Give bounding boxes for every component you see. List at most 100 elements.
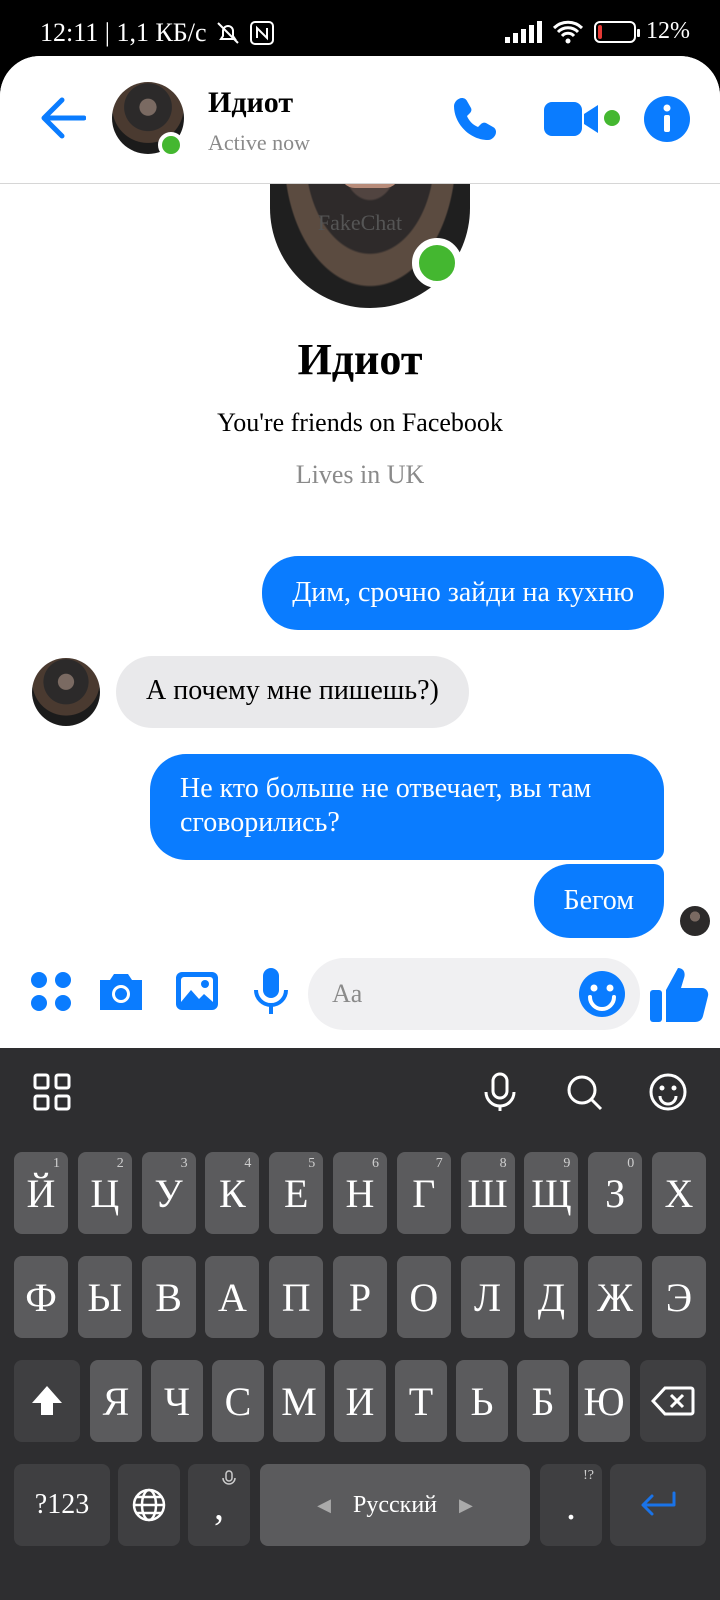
- message-outgoing[interactable]: Дим, срочно зайди на кухню: [262, 556, 664, 630]
- key-label: Т: [408, 1378, 434, 1424]
- phone-icon[interactable]: [452, 94, 500, 142]
- key-label: П: [281, 1274, 311, 1320]
- letter-key[interactable]: Д: [524, 1256, 579, 1338]
- symbols-key[interactable]: ?123: [14, 1464, 110, 1546]
- incoming-avatar[interactable]: [32, 658, 100, 726]
- message-outgoing[interactable]: Не кто больше не отвечает, вы там сговор…: [150, 754, 664, 860]
- video-call-icon[interactable]: [544, 100, 600, 138]
- letter-key[interactable]: П: [269, 1256, 324, 1338]
- letter-key[interactable]: Э: [652, 1256, 706, 1338]
- header-contact-name[interactable]: Идиот: [208, 86, 293, 120]
- key-label: У: [154, 1170, 183, 1216]
- letter-key[interactable]: З0: [588, 1152, 643, 1234]
- emoji-icon[interactable]: [578, 970, 626, 1018]
- online-indicator: [158, 132, 184, 158]
- gallery-icon[interactable]: [172, 966, 222, 1016]
- period-label: .: [566, 1482, 576, 1528]
- letter-key[interactable]: Й1: [14, 1152, 68, 1234]
- key-label: С: [224, 1378, 252, 1424]
- key-label: Ю: [583, 1378, 625, 1424]
- letter-key[interactable]: Х: [652, 1152, 706, 1234]
- apps-grid-icon[interactable]: [32, 1072, 72, 1112]
- period-hint: !?: [583, 1468, 594, 1483]
- key-label: З: [605, 1170, 626, 1216]
- key-label: Ь: [470, 1378, 494, 1424]
- key-label: Ф: [25, 1274, 57, 1320]
- letter-key[interactable]: И: [334, 1360, 386, 1442]
- letter-key[interactable]: Г7: [396, 1152, 451, 1234]
- key-label: Б: [531, 1378, 555, 1424]
- message-input-field[interactable]: [308, 958, 640, 1030]
- menu-dots-icon[interactable]: [26, 966, 76, 1016]
- comma-label: ,: [214, 1482, 224, 1528]
- chat-header: Идиот Active now: [0, 56, 720, 184]
- search-icon[interactable]: [564, 1072, 604, 1112]
- letter-key[interactable]: Ш8: [460, 1152, 515, 1234]
- voice-input-icon[interactable]: [480, 1072, 520, 1112]
- chat-screen: Идиот Active now FakeChat Идиот You're f…: [0, 56, 720, 1048]
- enter-arrow-icon: [641, 1491, 676, 1516]
- enter-key[interactable]: [610, 1464, 706, 1546]
- letter-key[interactable]: Ы: [77, 1256, 132, 1338]
- signal-icon: [505, 20, 542, 43]
- letter-key[interactable]: Б: [517, 1360, 569, 1442]
- key-label: Ы: [87, 1274, 123, 1320]
- emoji-keyboard-icon[interactable]: [648, 1072, 688, 1112]
- letter-key[interactable]: Я: [90, 1360, 142, 1442]
- language-key[interactable]: [118, 1464, 180, 1546]
- letter-key[interactable]: Ф: [14, 1256, 68, 1338]
- letter-key[interactable]: Ц2: [77, 1152, 132, 1234]
- key-label: Ч: [164, 1378, 190, 1424]
- like-thumbs-up-icon[interactable]: [648, 964, 710, 1024]
- camera-icon[interactable]: [96, 966, 146, 1016]
- profile-friends-text: You're friends on Facebook: [217, 408, 503, 437]
- keyboard-toolbar: [0, 1048, 720, 1144]
- letter-key[interactable]: Щ9: [524, 1152, 579, 1234]
- letter-key[interactable]: С: [212, 1360, 264, 1442]
- info-icon[interactable]: [644, 96, 690, 142]
- letter-key[interactable]: Р: [333, 1256, 387, 1338]
- backspace-key[interactable]: [640, 1360, 706, 1442]
- letter-key[interactable]: А: [205, 1256, 260, 1338]
- letter-key[interactable]: Ю: [578, 1360, 630, 1442]
- video-online-dot: [604, 110, 620, 126]
- key-hint: 8: [499, 1156, 507, 1171]
- message-input[interactable]: [332, 958, 572, 1030]
- mic-hint-icon: [222, 1470, 236, 1485]
- key-hint: 7: [435, 1156, 443, 1171]
- key-hint: 5: [308, 1156, 316, 1171]
- microphone-icon[interactable]: [246, 966, 296, 1016]
- letter-key[interactable]: Е5: [269, 1152, 324, 1234]
- shift-arrow-icon: [32, 1386, 62, 1415]
- letter-key[interactable]: О: [396, 1256, 451, 1338]
- key-label: Д: [537, 1274, 566, 1320]
- key-label: Ц: [90, 1170, 120, 1216]
- message-outgoing[interactable]: Бегом: [533, 864, 664, 938]
- letter-key[interactable]: Т: [395, 1360, 447, 1442]
- letter-key[interactable]: М: [273, 1360, 325, 1442]
- space-key[interactable]: ◀ Русский ▶: [260, 1464, 530, 1546]
- space-label: Русский: [353, 1491, 437, 1518]
- status-right: 12%: [505, 18, 690, 45]
- comma-key[interactable]: ,: [188, 1464, 250, 1546]
- letter-key[interactable]: К4: [205, 1152, 260, 1234]
- key-label: И: [345, 1378, 375, 1424]
- letter-key[interactable]: Ь: [456, 1360, 508, 1442]
- period-key[interactable]: . !?: [540, 1464, 602, 1546]
- shift-key[interactable]: [14, 1360, 80, 1442]
- key-label: А: [217, 1274, 247, 1320]
- letter-key[interactable]: Н6: [333, 1152, 387, 1234]
- letter-key[interactable]: Л: [460, 1256, 515, 1338]
- letter-key[interactable]: Ж: [588, 1256, 643, 1338]
- wifi-icon: [552, 20, 584, 43]
- letter-key[interactable]: У3: [141, 1152, 196, 1234]
- space-right-arrow-icon: ▶: [459, 1494, 473, 1515]
- letter-key[interactable]: Ч: [151, 1360, 203, 1442]
- key-label: Э: [665, 1274, 693, 1320]
- letter-key[interactable]: В: [141, 1256, 196, 1338]
- back-arrow-icon[interactable]: [40, 96, 86, 140]
- message-incoming[interactable]: А почему мне пишешь?): [116, 656, 469, 728]
- space-left-arrow-icon: ◀: [317, 1494, 331, 1515]
- key-label: Ж: [597, 1274, 634, 1320]
- status-left: 12:11 | 1,1 КБ/с: [40, 18, 275, 48]
